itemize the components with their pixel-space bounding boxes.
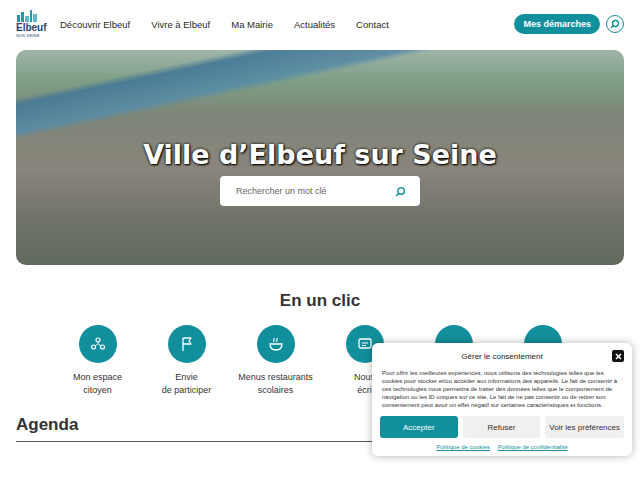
- nav-item[interactable]: Actualités: [294, 19, 335, 30]
- close-button[interactable]: [612, 350, 624, 362]
- quick-link-label: Mon espacecitoyen: [73, 371, 122, 397]
- cookie-buttons: AccepterRefuserVoir les préférences: [380, 416, 624, 438]
- quick-link-circle[interactable]: [257, 325, 295, 363]
- logo-name: Elbeuf: [16, 23, 47, 33]
- logo[interactable]: ElbeufSUR-SEINE: [16, 10, 46, 38]
- policy-link[interactable]: Politique de cookies: [436, 444, 489, 450]
- flag-icon: [178, 335, 196, 353]
- cookie-title: Gérer le consentement: [461, 352, 542, 361]
- quick-link[interactable]: Menus restaurantsscolaires: [231, 325, 320, 397]
- page: ElbeufSUR-SEINE Découvrir Elbeuf Vivre à E…: [0, 0, 640, 480]
- cookie-dialog: Gérer le consentement Pour offrir les mei…: [372, 343, 632, 456]
- logo-tagline: SUR-SEINE: [16, 34, 40, 38]
- cookie-button[interactable]: Refuser: [463, 416, 541, 438]
- cookie-button[interactable]: Voir les préférences: [545, 416, 624, 438]
- nav-item[interactable]: Contact: [356, 19, 389, 30]
- skyline-icon: [16, 10, 40, 22]
- bowl-icon: [267, 335, 285, 353]
- header-actions: Mes démarches: [514, 14, 624, 34]
- main-nav: Découvrir Elbeuf Vivre à Elbeuf Ma Mairie A…: [60, 19, 389, 30]
- cookie-button[interactable]: Accepter: [380, 416, 458, 438]
- quick-link-label: Enviede participer: [162, 371, 212, 397]
- quick-link[interactable]: Enviede participer: [142, 325, 231, 397]
- cookie-header: Gérer le consentement: [380, 349, 624, 363]
- message-icon: [356, 335, 374, 353]
- nav-item[interactable]: Vivre à Elbeuf: [151, 19, 210, 30]
- demarches-button[interactable]: Mes démarches: [514, 14, 600, 34]
- search-field[interactable]: Rechercher un mot clé: [220, 176, 420, 206]
- quick-links-title: En un clic: [280, 291, 360, 311]
- search-button[interactable]: [606, 15, 624, 33]
- people-icon: [89, 335, 107, 353]
- policy-link[interactable]: Politique de confidentialité: [498, 444, 568, 450]
- quick-link[interactable]: Mon espacecitoyen: [53, 325, 142, 397]
- nav-item[interactable]: Découvrir Elbeuf: [60, 19, 130, 30]
- close-icon: [614, 352, 623, 361]
- nav-item[interactable]: Ma Mairie: [231, 19, 273, 30]
- cookie-links: Politique de cookies Politique de confide…: [380, 444, 624, 450]
- header: ElbeufSUR-SEINE Découvrir Elbeuf Vivre à E…: [0, 0, 640, 48]
- hero-image: Ville d’Elbeuf sur Seine Rechercher un mo…: [16, 50, 624, 265]
- search-icon: [610, 19, 620, 29]
- quick-link-circle[interactable]: [168, 325, 206, 363]
- quick-link-label: Menus restaurantsscolaires: [238, 371, 313, 397]
- search-icon[interactable]: [395, 186, 406, 197]
- cookie-text: Pour offrir les meilleures expériences, …: [382, 369, 622, 409]
- quick-link-circle[interactable]: [79, 325, 117, 363]
- search-placeholder: Rechercher un mot clé: [236, 186, 327, 196]
- hero-title: Ville d’Elbeuf sur Seine: [143, 139, 497, 170]
